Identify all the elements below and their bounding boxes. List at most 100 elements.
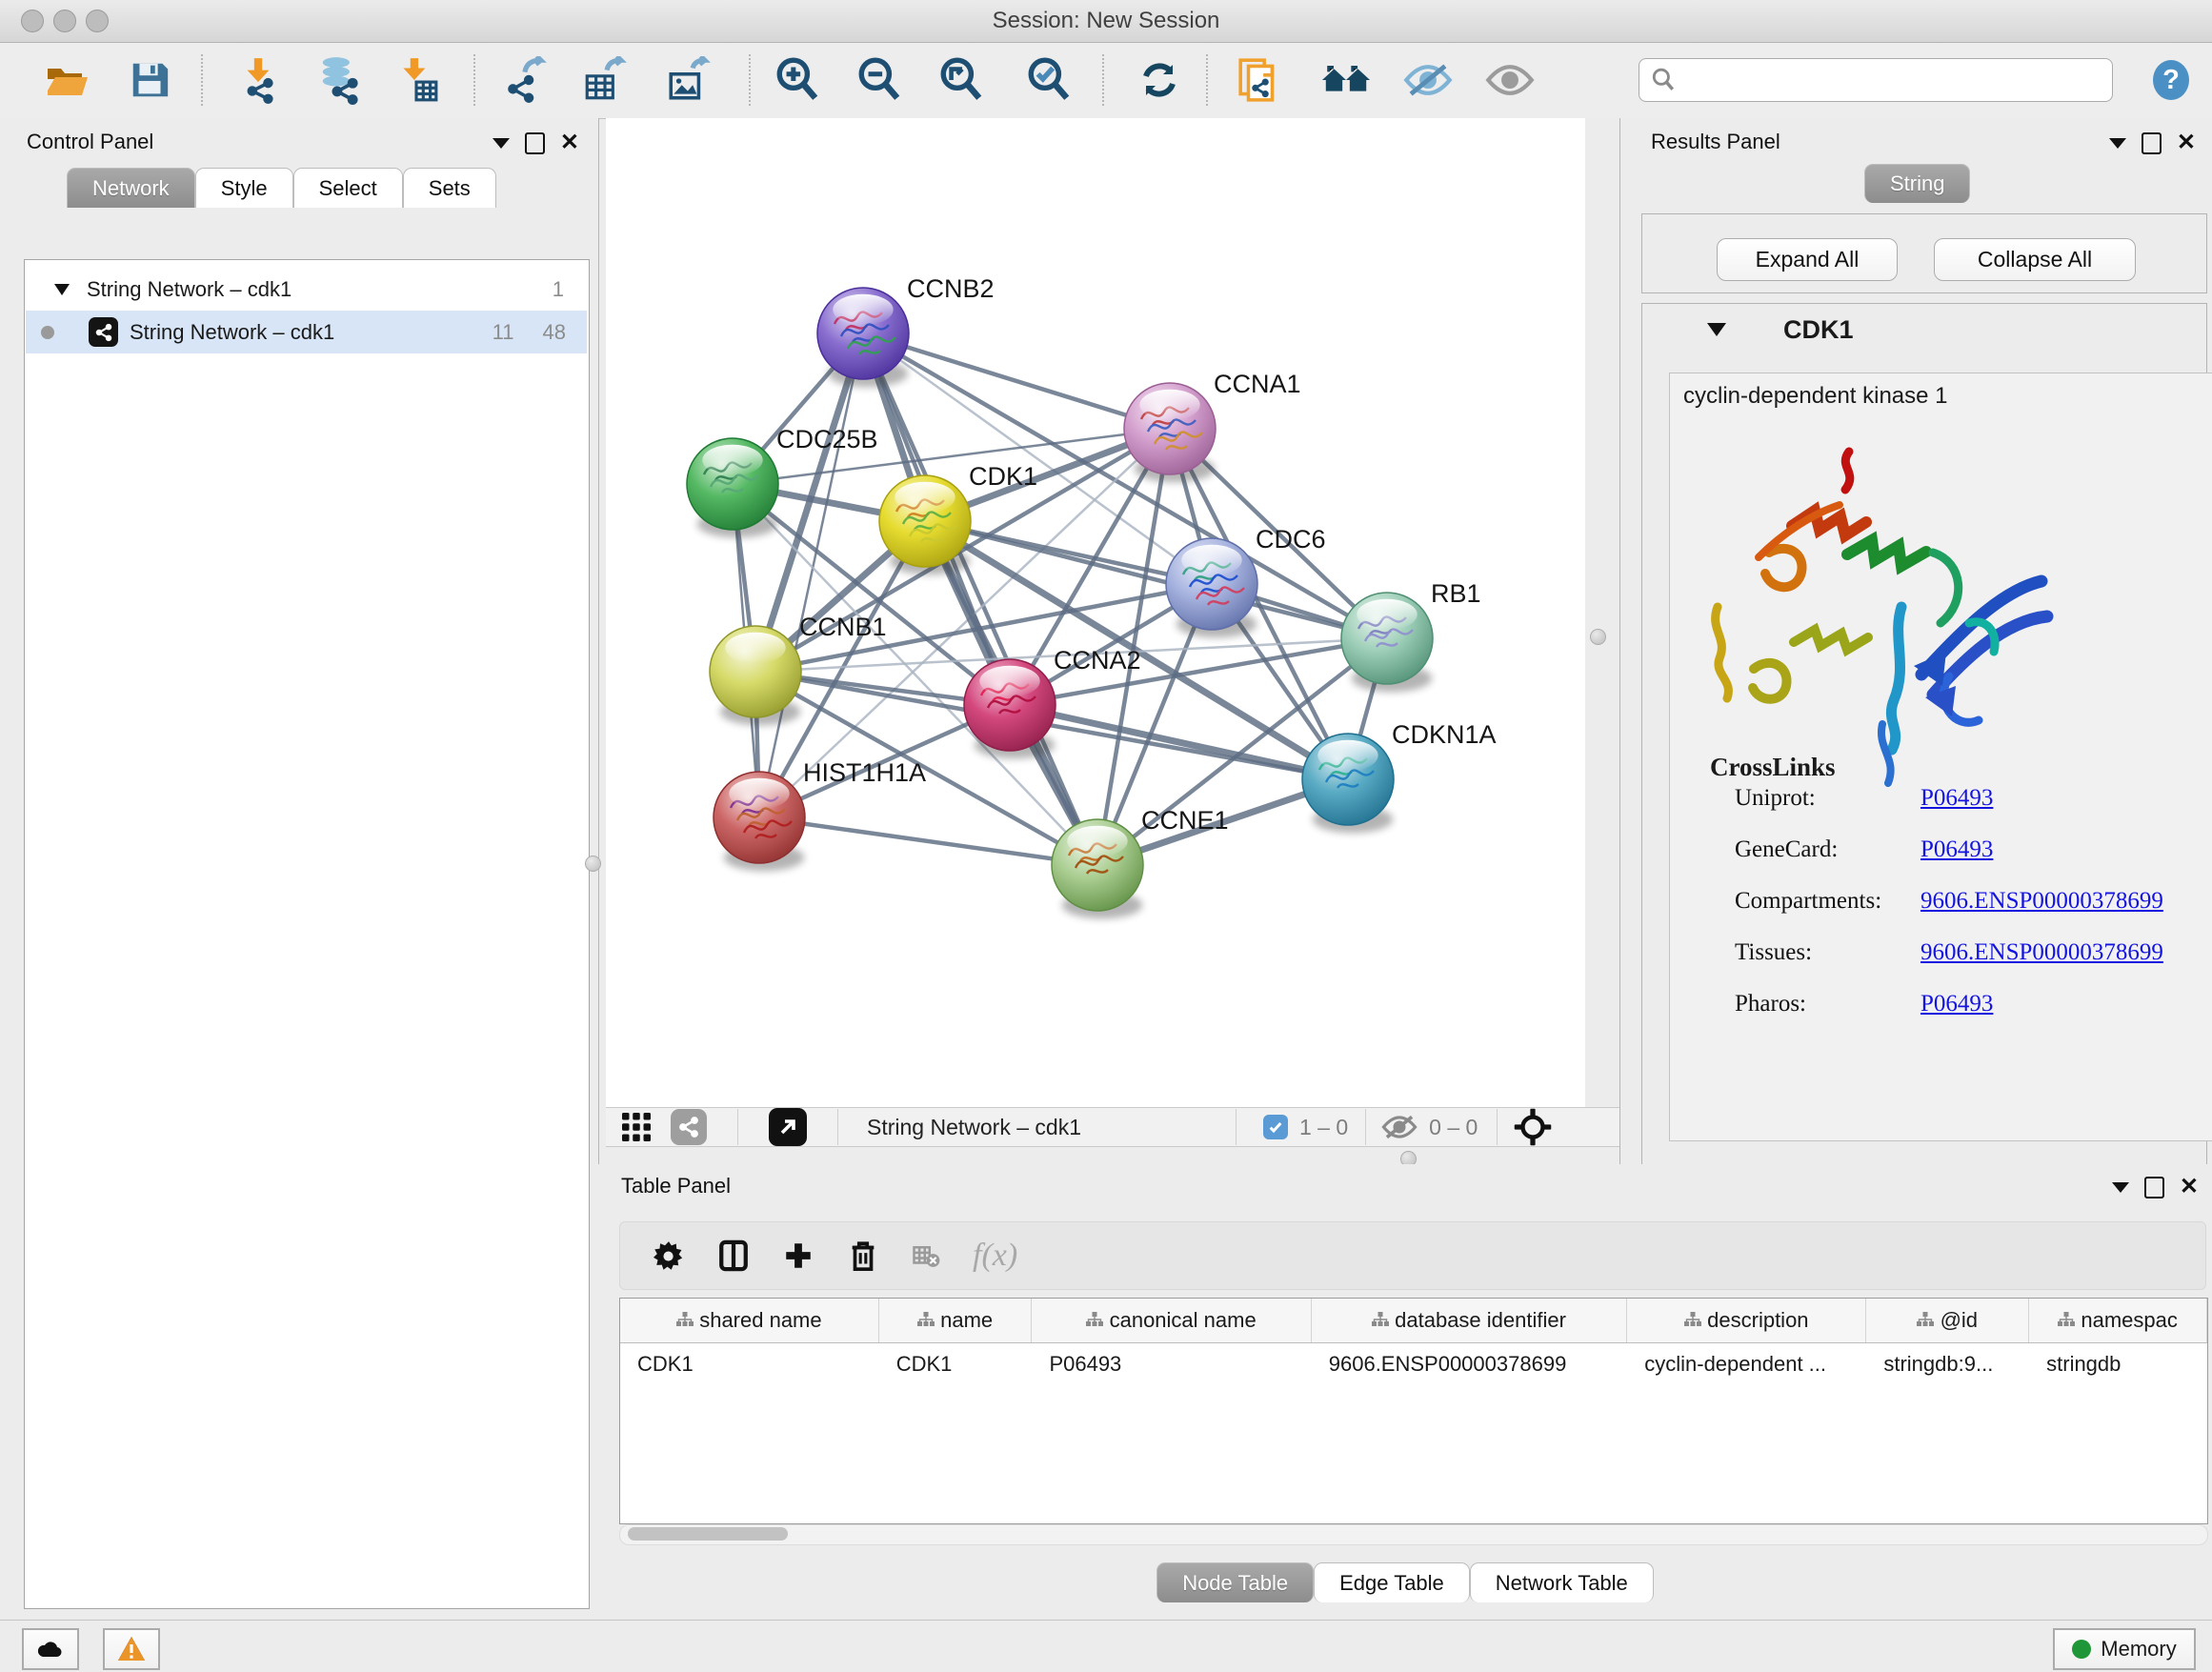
zoom-out-button[interactable] bbox=[852, 52, 907, 108]
table-panel-float-icon[interactable] bbox=[2144, 1177, 2164, 1199]
network-status-dot bbox=[41, 326, 54, 339]
crosslink-value-link[interactable]: P06493 bbox=[1920, 785, 1993, 836]
grid-view-icon[interactable] bbox=[619, 1110, 654, 1144]
export-network-button[interactable] bbox=[499, 52, 554, 108]
network-graph[interactable]: CCNB2 CCNA1 CDC25B CDK1 CDC6 bbox=[606, 118, 1585, 1107]
results-panel-menu-icon[interactable] bbox=[2109, 138, 2126, 149]
column-header-database-identifier[interactable]: database identifier bbox=[1311, 1299, 1626, 1343]
network-row-selected[interactable]: String Network – cdk1 11 48 bbox=[26, 311, 587, 353]
table-cell[interactable]: stringdb:9... bbox=[1866, 1343, 2029, 1386]
node-CDC6[interactable]: CDC6 bbox=[1166, 525, 1326, 637]
table-cell[interactable]: stringdb bbox=[2029, 1343, 2207, 1386]
column-header-shared-name[interactable]: shared name bbox=[620, 1299, 878, 1343]
node-CDKN1A[interactable]: CDKN1A bbox=[1302, 720, 1497, 833]
clone-network-button[interactable] bbox=[1233, 52, 1288, 108]
tab-sets[interactable]: Sets bbox=[403, 168, 496, 208]
expand-all-button[interactable]: Expand All bbox=[1717, 238, 1898, 281]
node-table[interactable]: shared name name canonical name database… bbox=[619, 1298, 2208, 1524]
node-CDC25B[interactable]: CDC25B bbox=[687, 425, 878, 537]
import-network-database-button[interactable] bbox=[311, 52, 366, 108]
table-cell[interactable]: CDK1 bbox=[620, 1343, 878, 1386]
column-header-@id[interactable]: @id bbox=[1866, 1299, 2029, 1343]
delete-table-icon[interactable] bbox=[912, 1241, 940, 1270]
edge-CCNA2-CDKN1A[interactable] bbox=[1010, 705, 1348, 779]
apply-layout-button[interactable] bbox=[1132, 52, 1187, 108]
network-canvas[interactable]: CCNB2 CCNA1 CDC25B CDK1 CDC6 bbox=[606, 118, 1585, 1107]
tab-style[interactable]: Style bbox=[195, 168, 293, 208]
hidden-eye-slash-icon[interactable] bbox=[1381, 1114, 1418, 1140]
table-row[interactable]: CDK1CDK1P064939606.ENSP00000378699cyclin… bbox=[620, 1343, 2207, 1386]
create-column-plus-icon[interactable] bbox=[782, 1239, 814, 1272]
show-hidden-button[interactable] bbox=[1482, 52, 1538, 108]
birdseye-view-icon[interactable] bbox=[769, 1108, 807, 1146]
column-header-name[interactable]: name bbox=[878, 1299, 1032, 1343]
table-panel-close-icon[interactable]: ✕ bbox=[2180, 1176, 2199, 1199]
tab-network[interactable]: Network bbox=[67, 168, 195, 208]
function-builder-icon[interactable]: f(x) bbox=[973, 1238, 1017, 1274]
network-collection-row[interactable]: String Network – cdk1 1 bbox=[26, 268, 587, 311]
node-CCNE1[interactable]: CCNE1 bbox=[1052, 806, 1229, 918]
results-splitter-handle[interactable] bbox=[1590, 629, 1606, 645]
collapse-all-button[interactable]: Collapse All bbox=[1934, 238, 2136, 281]
node-CCNA1[interactable]: CCNA1 bbox=[1124, 370, 1301, 482]
table-cell[interactable]: cyclin-dependent ... bbox=[1627, 1343, 1866, 1386]
results-panel-close-icon[interactable]: ✕ bbox=[2177, 131, 2196, 154]
node-HIST1H1A[interactable]: HIST1H1A bbox=[714, 758, 926, 871]
node-CCNB2[interactable]: CCNB2 bbox=[817, 274, 995, 387]
zoom-selected-button[interactable] bbox=[1021, 52, 1076, 108]
tab-node-table[interactable]: Node Table bbox=[1156, 1562, 1314, 1602]
help-button[interactable]: ? bbox=[2143, 52, 2199, 108]
crosslink-value-link[interactable]: P06493 bbox=[1920, 836, 1993, 888]
memory-button[interactable]: Memory bbox=[2053, 1628, 2196, 1670]
warnings-button[interactable] bbox=[103, 1628, 160, 1670]
export-image-button[interactable] bbox=[661, 52, 716, 108]
column-header-canonical-name[interactable]: canonical name bbox=[1032, 1299, 1311, 1343]
control-panel-close-icon[interactable]: ✕ bbox=[560, 131, 579, 154]
crosslink-value-link[interactable]: P06493 bbox=[1920, 991, 1993, 1042]
open-session-button[interactable] bbox=[38, 52, 93, 108]
cloud-status-button[interactable] bbox=[22, 1628, 79, 1670]
tree-expand-icon[interactable] bbox=[54, 284, 70, 295]
tab-edge-table[interactable]: Edge Table bbox=[1314, 1562, 1470, 1602]
table-options-gear-icon[interactable] bbox=[653, 1239, 685, 1272]
edge-HIST1H1A-CCNE1[interactable] bbox=[759, 817, 1097, 865]
search-input[interactable] bbox=[1683, 67, 2112, 93]
node-RB1[interactable]: RB1 bbox=[1341, 579, 1481, 692]
crosslink-value-link[interactable]: 9606.ENSP00000378699 bbox=[1920, 888, 2163, 939]
table-cell[interactable]: 9606.ENSP00000378699 bbox=[1311, 1343, 1626, 1386]
import-table-button[interactable] bbox=[389, 52, 444, 108]
export-table-button[interactable] bbox=[577, 52, 633, 108]
table-hscrollbar-thumb[interactable] bbox=[628, 1527, 788, 1541]
vertical-splitter-handle[interactable] bbox=[585, 856, 601, 872]
table-cell[interactable]: P06493 bbox=[1032, 1343, 1311, 1386]
tab-string[interactable]: String bbox=[1864, 164, 1970, 203]
tab-select[interactable]: Select bbox=[293, 168, 403, 208]
results-panel-float-icon[interactable] bbox=[2142, 132, 2162, 154]
node-CCNA2[interactable]: CCNA2 bbox=[964, 646, 1141, 758]
control-panel-float-icon[interactable] bbox=[525, 132, 545, 154]
gene-collapse-icon[interactable] bbox=[1707, 323, 1726, 336]
table-hscrollbar[interactable] bbox=[619, 1524, 2208, 1545]
show-columns-icon[interactable] bbox=[717, 1239, 750, 1272]
delete-column-trash-icon[interactable] bbox=[847, 1239, 879, 1272]
show-all-networks-button[interactable] bbox=[1318, 52, 1374, 108]
zoom-fit-button[interactable] bbox=[934, 52, 989, 108]
edge-CCNB2-CCNA1[interactable] bbox=[863, 333, 1170, 429]
control-panel-menu-icon[interactable] bbox=[493, 138, 510, 149]
import-network-file-button[interactable] bbox=[231, 52, 286, 108]
column-header-description[interactable]: description bbox=[1627, 1299, 1866, 1343]
table-panel-menu-icon[interactable] bbox=[2112, 1182, 2129, 1193]
horizontal-splitter[interactable] bbox=[606, 1147, 1619, 1164]
network-view-icon[interactable] bbox=[671, 1109, 707, 1145]
save-session-button[interactable] bbox=[122, 52, 177, 108]
table-cell[interactable]: CDK1 bbox=[878, 1343, 1032, 1386]
node-layer: CCNB2 CCNA1 CDC25B CDK1 CDC6 bbox=[687, 274, 1497, 918]
fit-content-crosshair-icon[interactable] bbox=[1513, 1107, 1553, 1147]
crosslink-value-link[interactable]: 9606.ENSP00000378699 bbox=[1920, 939, 2163, 991]
zoom-in-button[interactable] bbox=[770, 52, 825, 108]
column-header-namespac[interactable]: namespac bbox=[2029, 1299, 2207, 1343]
node-label-CCNA2: CCNA2 bbox=[1054, 646, 1141, 675]
tab-network-table[interactable]: Network Table bbox=[1470, 1562, 1654, 1602]
hide-selected-button[interactable] bbox=[1400, 52, 1456, 108]
selected-checkbox-icon[interactable] bbox=[1263, 1115, 1288, 1139]
